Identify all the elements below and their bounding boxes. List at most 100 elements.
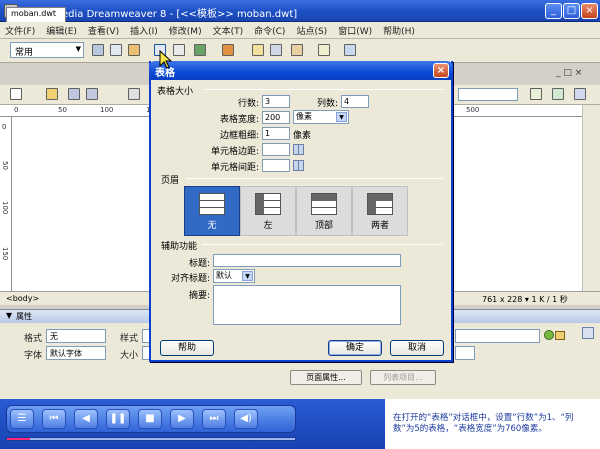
font-select[interactable]: 默认字体 [46, 346, 106, 360]
rows-input[interactable]: 3 [262, 95, 290, 108]
ruler-tick: 150 [1, 247, 9, 261]
insert-category-value: 常用 [15, 48, 34, 58]
header-option-label: 顶部 [314, 221, 333, 231]
cell-padding-label: 单元格边距: [210, 147, 259, 157]
menu-view[interactable]: 查看(V) [83, 22, 125, 37]
cancel-button[interactable]: 取消 [390, 340, 444, 356]
ruler-tick: 100 [100, 106, 114, 114]
point-to-file-icon[interactable] [544, 330, 554, 340]
menu-window[interactable]: 窗口(W) [333, 22, 378, 37]
header-option-top[interactable]: 顶部 [296, 186, 352, 236]
link-target-select[interactable] [455, 346, 475, 360]
menu-commands[interactable]: 命令(C) [249, 22, 291, 37]
cell-spacing-input[interactable] [262, 159, 290, 172]
hyperlink-icon[interactable] [92, 44, 104, 56]
minimize-button[interactable]: _ [545, 3, 562, 19]
tag-selector[interactable]: <body> [6, 294, 39, 303]
email-link-icon[interactable] [110, 44, 122, 56]
help-button[interactable]: 帮助 [160, 340, 214, 356]
cols-input[interactable]: 4 [341, 95, 369, 108]
skip-start-button[interactable]: ⏮ [42, 409, 66, 429]
cell-padding-input[interactable] [262, 143, 290, 156]
browse-folder-icon[interactable] [555, 331, 565, 340]
link-target-field[interactable] [455, 329, 540, 343]
save-all-icon[interactable] [86, 88, 98, 100]
save-icon[interactable] [68, 88, 80, 100]
table-width-input[interactable]: 200 [262, 111, 290, 124]
header-option-none[interactable]: 无 [184, 186, 240, 236]
media-icon[interactable] [222, 44, 234, 56]
page-properties-button[interactable]: 页面属性... [290, 370, 362, 385]
section-divider [186, 178, 443, 179]
list-item-button[interactable]: 列表项目... [370, 370, 436, 385]
menu-site[interactable]: 站点(S) [291, 22, 333, 37]
caption-input[interactable] [213, 254, 401, 267]
cut-icon[interactable] [128, 88, 140, 100]
date-icon[interactable] [252, 44, 264, 56]
table-width-label: 表格宽度: [219, 115, 259, 125]
rewind-button[interactable]: ◀ [74, 409, 98, 429]
menu-edit[interactable]: 编辑(E) [41, 22, 83, 37]
cell-padding-icon [293, 144, 304, 155]
dialog-close-button[interactable]: × [433, 63, 449, 78]
view-options-icon[interactable] [574, 88, 586, 100]
pause-button[interactable]: ❚❚ [106, 409, 130, 429]
menu-insert[interactable]: 插入(I) [125, 22, 164, 37]
insert-category-select[interactable]: 常用 ▼ [10, 42, 84, 58]
ruler-tick: 0 [2, 123, 7, 131]
rows-label: 行数: [237, 99, 259, 109]
close-window-button[interactable]: × [581, 3, 598, 19]
playback-progress-bar[interactable] [6, 437, 296, 441]
playlist-button[interactable]: ☰ [10, 409, 34, 429]
align-caption-value: 默认 [216, 271, 232, 280]
format-value: 无 [50, 332, 58, 341]
open-folder-icon[interactable] [46, 88, 58, 100]
document-window-controls[interactable]: _ □ × [556, 68, 582, 78]
header-option-label: 左 [263, 221, 273, 231]
menu-help[interactable]: 帮助(H) [378, 22, 421, 37]
layer-icon[interactable] [173, 44, 185, 56]
refresh-icon[interactable] [552, 88, 564, 100]
border-thickness-label: 边框粗细: [219, 131, 259, 141]
header-option-left[interactable]: 左 [240, 186, 296, 236]
align-caption-label: 对齐标题: [170, 274, 210, 284]
stop-button[interactable]: ■ [138, 409, 162, 429]
template-icon[interactable] [291, 44, 303, 56]
accessibility-section-label: 辅助功能 [161, 242, 198, 252]
image-icon[interactable] [194, 44, 206, 56]
cols-label: 列数: [316, 99, 338, 109]
title-field[interactable] [458, 88, 518, 101]
head-tag-icon[interactable] [344, 44, 356, 56]
ruler-tick: 50 [58, 106, 67, 114]
vertical-scrollbar[interactable] [582, 105, 600, 291]
menu-file[interactable]: 文件(F) [0, 22, 41, 37]
format-label: 格式 [24, 334, 43, 344]
size-label: 大小 [120, 351, 139, 361]
volume-button[interactable]: ◀) [234, 409, 258, 429]
header-option-both[interactable]: 两者 [352, 186, 408, 236]
document-tab[interactable]: moban.dwt [6, 7, 66, 22]
format-select[interactable]: 无 [46, 329, 106, 343]
table-no-header-icon [199, 193, 225, 215]
menu-modify[interactable]: 修改(M) [164, 22, 208, 37]
validate-icon[interactable] [530, 88, 542, 100]
table-dialog-title-bar[interactable]: 表格 [149, 61, 453, 80]
font-value: 默认字体 [50, 349, 82, 358]
named-anchor-icon[interactable] [128, 44, 140, 56]
skip-end-button[interactable]: ⏭ [202, 409, 226, 429]
fast-forward-button[interactable]: ▶ [170, 409, 194, 429]
menu-bar: 文件(F) 编辑(E) 查看(V) 插入(I) 修改(M) 文本(T) 命令(C) 站点(S)… [0, 22, 600, 39]
border-thickness-input[interactable]: 1 [262, 127, 290, 140]
playback-progress-fill [7, 438, 30, 440]
table-width-unit-select[interactable]: 像素 ▼ [293, 110, 349, 124]
summary-textarea[interactable] [213, 285, 401, 325]
new-document-icon[interactable] [10, 88, 22, 100]
align-caption-select[interactable]: 默认 ▼ [213, 269, 255, 283]
ok-button[interactable]: 确定 [328, 340, 382, 356]
menu-text[interactable]: 文本(T) [208, 22, 250, 37]
comment-icon[interactable] [270, 44, 282, 56]
tag-chooser-icon[interactable] [318, 44, 330, 56]
chevron-down-icon: ▼ [242, 271, 253, 281]
maximize-button[interactable]: □ [563, 3, 580, 19]
help-icon[interactable] [582, 327, 594, 339]
